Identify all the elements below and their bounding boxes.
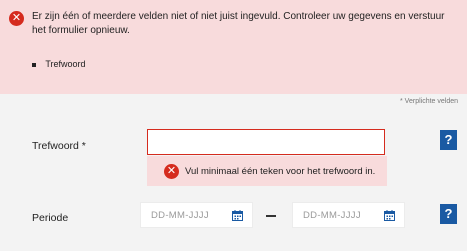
error-summary-message: Er zijn één of meerdere velden niet of n… (32, 11, 445, 36)
error-summary: ✕ Er zijn één of meerdere velden niet of… (0, 0, 467, 94)
period-to-field[interactable] (292, 202, 405, 228)
keyword-error-message: Vul minimaal één teken voor het trefwoor… (185, 166, 376, 177)
calendar-icon[interactable] (232, 210, 243, 221)
keyword-inline-error: ✕ Vul minimaal één teken voor het trefwo… (147, 156, 387, 186)
period-help-button[interactable]: ? (440, 204, 457, 224)
date-range-dash (266, 215, 276, 217)
error-summary-item[interactable]: Trefwoord (32, 59, 86, 69)
error-x-icon: ✕ (9, 11, 24, 26)
keyword-help-button[interactable]: ? (440, 130, 457, 150)
calendar-icon[interactable] (384, 210, 395, 221)
keyword-label: Trefwoord * (32, 140, 86, 152)
period-from-input[interactable] (149, 209, 233, 222)
bullet-icon (32, 62, 36, 67)
error-summary-link-trefwoord[interactable]: Trefwoord (45, 59, 85, 69)
error-x-icon: ✕ (164, 164, 179, 179)
keyword-input[interactable] (147, 129, 385, 155)
period-label: Periode (32, 212, 69, 224)
period-to-input[interactable] (301, 209, 385, 222)
period-from-field[interactable] (140, 202, 253, 228)
required-fields-note: * Verplichte velden (400, 98, 458, 105)
